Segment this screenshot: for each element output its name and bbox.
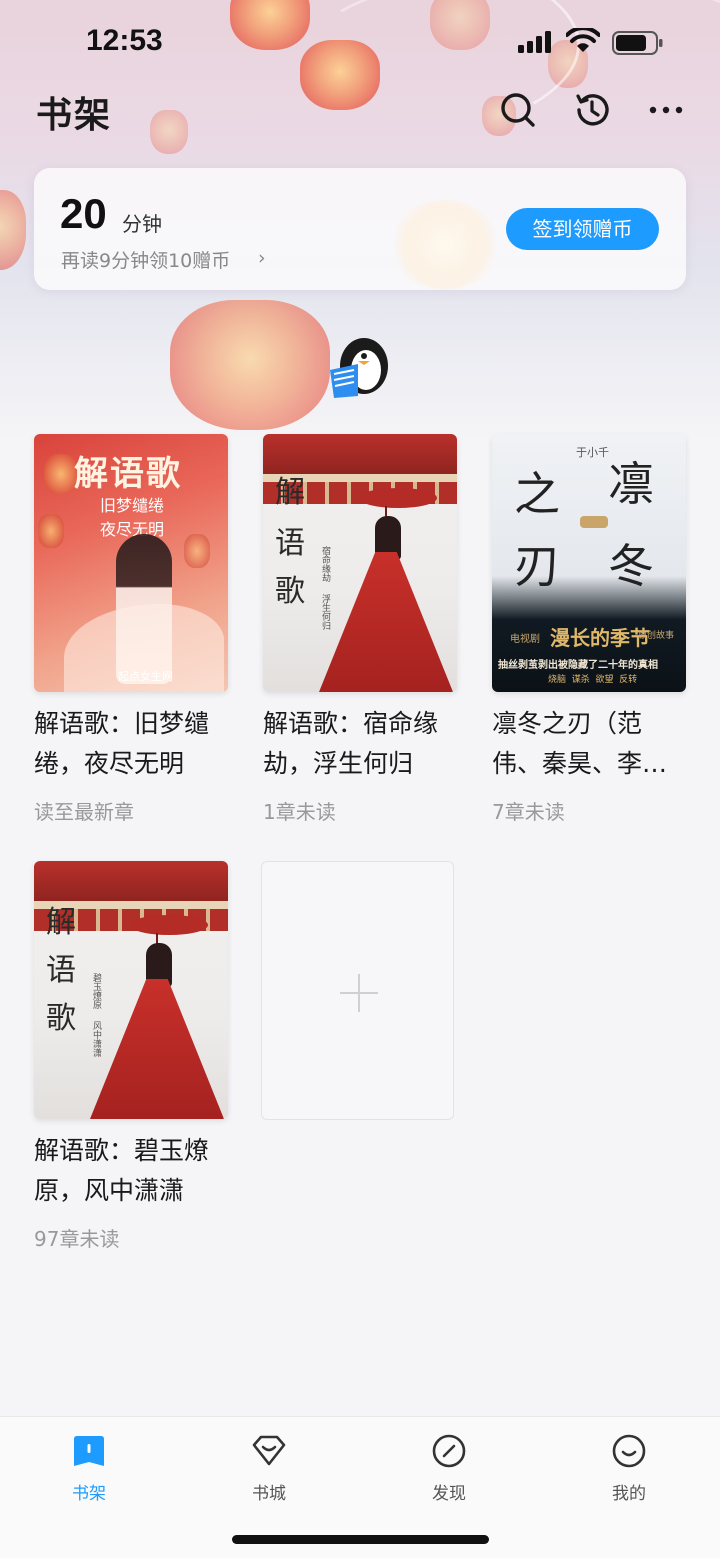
cover-keywords: 烧脑 谋杀 欲望 反转 bbox=[548, 675, 638, 685]
reading-time-card: 20 分钟 再读9分钟领10赠币 › 签到领赠币 bbox=[34, 168, 686, 290]
checkin-button[interactable]: 签到领赠币 bbox=[506, 208, 659, 250]
book-progress: 7章未读 bbox=[492, 800, 565, 824]
book-progress: 读至最新章 bbox=[34, 800, 134, 824]
cover-tagline: 抽丝剥茧剥出被隐藏了二十年的真相 bbox=[498, 660, 658, 671]
wifi-icon bbox=[566, 28, 600, 52]
page-title: 书架 bbox=[36, 95, 113, 136]
cover-side-text-1: 碧玉燎原 bbox=[91, 973, 101, 1009]
cover-char-3: 刃 bbox=[514, 539, 560, 593]
tab-label: 我的 bbox=[612, 1484, 646, 1504]
tab-profile[interactable]: 我的 bbox=[584, 1431, 674, 1511]
cover-tag-left: 电视剧 bbox=[510, 634, 540, 645]
discover-icon bbox=[432, 1434, 466, 1468]
penguin-reading-icon bbox=[330, 338, 388, 398]
book-cover[interactable]: 解语歌 旧梦缱绻 夜尽无明 起点女生网 bbox=[34, 434, 228, 692]
history-icon[interactable] bbox=[572, 90, 612, 130]
plus-icon bbox=[340, 974, 378, 1012]
cover-char-4: 冬 bbox=[608, 539, 654, 593]
book-cover[interactable]: 解 语 歌 碧玉燎原 风中潇潇 bbox=[34, 861, 228, 1119]
cover-subtitle-1: 旧梦缱绻 bbox=[100, 496, 165, 515]
cover-title-char-1: 解 bbox=[46, 905, 76, 940]
status-time: 12:53 bbox=[86, 24, 163, 57]
book-title[interactable]: 解语歌：宿命缘劫，浮生何归 bbox=[263, 704, 457, 784]
cover-title-char-2: 语 bbox=[275, 526, 305, 561]
cover-side-text-2: 浮生何归 bbox=[320, 594, 330, 630]
cover-tag-right: 原创故事 bbox=[638, 631, 675, 641]
more-icon[interactable] bbox=[646, 90, 686, 130]
search-icon[interactable] bbox=[498, 90, 538, 130]
book-title[interactable]: 凛冬之刃（范伟、秦昊、李… bbox=[492, 704, 686, 784]
cover-publisher: 起点女生网 bbox=[118, 670, 173, 683]
cover-title-char-2: 语 bbox=[46, 953, 76, 988]
reading-minutes-unit: 分钟 bbox=[122, 212, 162, 236]
reading-minutes: 20 bbox=[60, 190, 107, 237]
cover-char-1: 之 bbox=[514, 467, 560, 521]
tab-label: 发现 bbox=[432, 1484, 466, 1504]
bookstore-icon bbox=[252, 1435, 286, 1466]
status-bar: 12:53 bbox=[0, 0, 720, 86]
cover-side-text-2: 风中潇潇 bbox=[91, 1021, 101, 1057]
battery-icon bbox=[612, 31, 663, 55]
tab-label: 书架 bbox=[72, 1484, 106, 1504]
tab-discover[interactable]: 发现 bbox=[404, 1431, 494, 1511]
book-title[interactable]: 解语歌：旧梦缱绻，夜尽无明 bbox=[34, 704, 228, 784]
chevron-right-icon[interactable]: › bbox=[258, 247, 266, 269]
add-book-button[interactable] bbox=[261, 861, 454, 1120]
cover-title-char-1: 解 bbox=[275, 475, 305, 510]
cover-author: 于小千 bbox=[576, 446, 609, 459]
book-cover[interactable]: 解 语 歌 宿命缘劫 浮生何归 bbox=[263, 434, 457, 692]
cover-side-text-1: 宿命缘劫 bbox=[320, 546, 330, 582]
profile-icon bbox=[612, 1434, 646, 1468]
cellular-signal-icon bbox=[518, 31, 551, 53]
cover-title: 解语歌 bbox=[74, 454, 182, 494]
tab-bookstore[interactable]: 书城 bbox=[224, 1431, 314, 1511]
reading-reward-hint[interactable]: 再读9分钟领10赠币 bbox=[61, 246, 230, 273]
tab-bookshelf[interactable]: 书架 bbox=[44, 1431, 134, 1511]
cover-title-char-3: 歌 bbox=[46, 1001, 76, 1036]
cover-banner: 漫长的季节 bbox=[550, 626, 650, 650]
cover-title-char-3: 歌 bbox=[275, 574, 305, 609]
book-progress: 97章未读 bbox=[34, 1227, 120, 1251]
bookshelf-icon bbox=[74, 1436, 104, 1466]
book-progress: 1章未读 bbox=[263, 800, 336, 824]
tab-label: 书城 bbox=[252, 1484, 286, 1504]
home-indicator[interactable] bbox=[232, 1535, 489, 1544]
book-cover[interactable]: 于小千 之 凛 刃 冬 电视剧 漫长的季节 原创故事 抽丝剥茧剥出被隐藏了二十年… bbox=[492, 434, 686, 692]
cover-char-2: 凛 bbox=[608, 457, 654, 511]
book-title[interactable]: 解语歌：碧玉燎原，风中潇潇 bbox=[34, 1131, 228, 1211]
